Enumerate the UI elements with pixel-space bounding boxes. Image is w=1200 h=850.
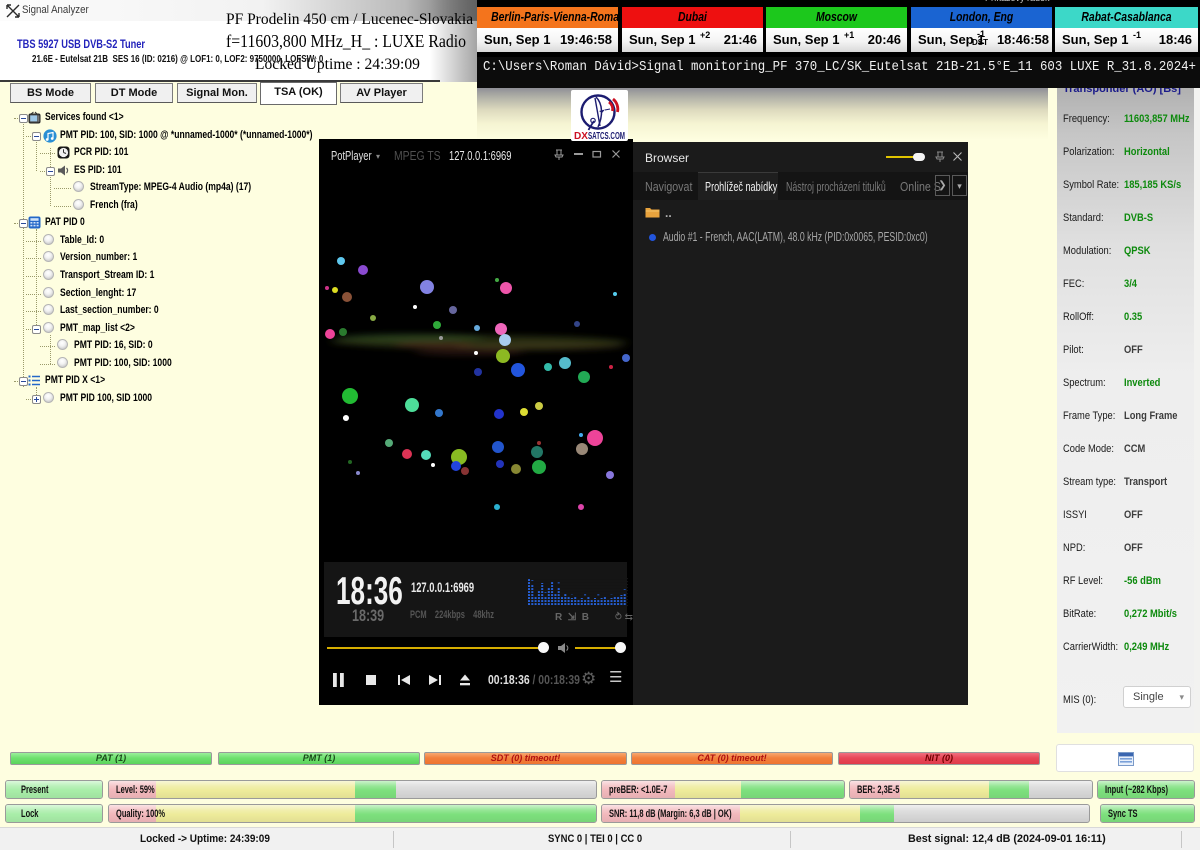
svg-text:DX: DX	[574, 131, 588, 141]
svg-text:SATCS.COM: SATCS.COM	[588, 131, 625, 141]
